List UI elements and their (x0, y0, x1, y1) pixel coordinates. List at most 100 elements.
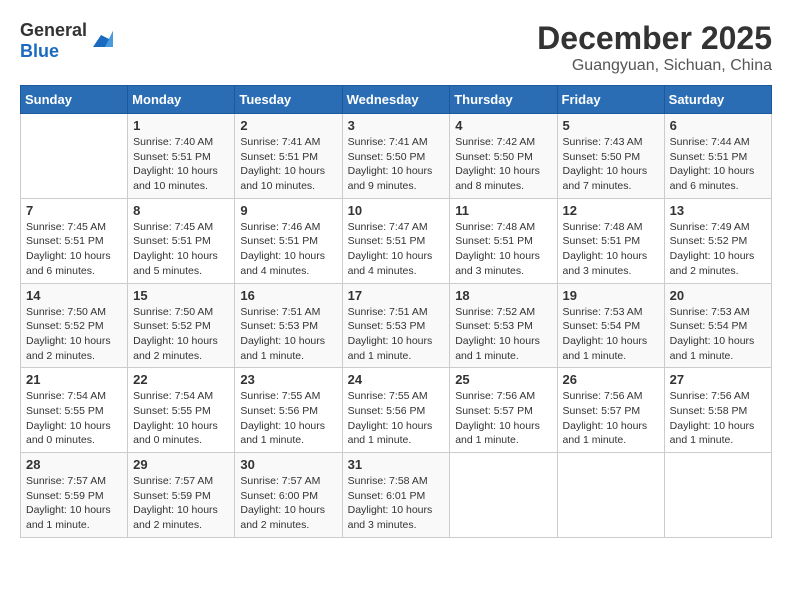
calendar-cell: 23 Sunrise: 7:55 AM Sunset: 5:56 PM Dayli… (235, 368, 342, 453)
weekday-header: Wednesday (342, 86, 450, 114)
location-title: Guangyuan, Sichuan, China (537, 57, 772, 75)
title-section: December 2025 Guangyuan, Sichuan, China (537, 20, 772, 75)
calendar-cell: 8 Sunrise: 7:45 AM Sunset: 5:51 PM Daylig… (128, 198, 235, 283)
day-info: Sunrise: 7:43 AM Sunset: 5:50 PM Dayligh… (563, 135, 659, 194)
day-number: 21 (26, 372, 122, 387)
day-number: 22 (133, 372, 229, 387)
calendar-cell: 26 Sunrise: 7:56 AM Sunset: 5:57 PM Dayli… (557, 368, 664, 453)
day-number: 19 (563, 288, 659, 303)
logo-text: General Blue (20, 20, 87, 62)
day-number: 1 (133, 118, 229, 133)
weekday-header: Monday (128, 86, 235, 114)
day-number: 3 (348, 118, 445, 133)
day-info: Sunrise: 7:53 AM Sunset: 5:54 PM Dayligh… (563, 305, 659, 364)
day-number: 14 (26, 288, 122, 303)
calendar-cell: 9 Sunrise: 7:46 AM Sunset: 5:51 PM Daylig… (235, 198, 342, 283)
calendar-cell: 14 Sunrise: 7:50 AM Sunset: 5:52 PM Dayli… (21, 283, 128, 368)
day-info: Sunrise: 7:45 AM Sunset: 5:51 PM Dayligh… (133, 220, 229, 279)
calendar-cell: 7 Sunrise: 7:45 AM Sunset: 5:51 PM Daylig… (21, 198, 128, 283)
day-info: Sunrise: 7:57 AM Sunset: 5:59 PM Dayligh… (26, 474, 122, 533)
calendar-cell: 20 Sunrise: 7:53 AM Sunset: 5:54 PM Dayli… (664, 283, 771, 368)
month-title: December 2025 (537, 20, 772, 57)
calendar-week-row: 28 Sunrise: 7:57 AM Sunset: 5:59 PM Dayli… (21, 453, 772, 538)
weekday-header: Saturday (664, 86, 771, 114)
day-info: Sunrise: 7:55 AM Sunset: 5:56 PM Dayligh… (240, 389, 336, 448)
day-info: Sunrise: 7:56 AM Sunset: 5:57 PM Dayligh… (455, 389, 551, 448)
calendar-cell: 13Sunrise: 7:49 AM Sunset: 5:52 PM Dayli… (664, 198, 771, 283)
calendar-cell: 3 Sunrise: 7:41 AM Sunset: 5:50 PM Daylig… (342, 114, 450, 199)
day-number: 16 (240, 288, 336, 303)
day-info: Sunrise: 7:48 AM Sunset: 5:51 PM Dayligh… (563, 220, 659, 279)
calendar-cell: 22 Sunrise: 7:54 AM Sunset: 5:55 PM Dayli… (128, 368, 235, 453)
day-number: 17 (348, 288, 445, 303)
day-number: 6 (670, 118, 766, 133)
day-info: Sunrise: 7:56 AM Sunset: 5:57 PM Dayligh… (563, 389, 659, 448)
day-number: 12 (563, 203, 659, 218)
calendar-cell: 16Sunrise: 7:51 AM Sunset: 5:53 PM Dayli… (235, 283, 342, 368)
calendar-cell: 1Sunrise: 7:40 AM Sunset: 5:51 PM Daylig… (128, 114, 235, 199)
day-number: 25 (455, 372, 551, 387)
calendar-header-row: SundayMondayTuesdayWednesdayThursdayFrid… (21, 86, 772, 114)
calendar-cell (450, 453, 557, 538)
day-number: 4 (455, 118, 551, 133)
logo-blue: Blue (20, 41, 59, 61)
day-info: Sunrise: 7:44 AM Sunset: 5:51 PM Dayligh… (670, 135, 766, 194)
calendar-cell: 18Sunrise: 7:52 AM Sunset: 5:53 PM Dayli… (450, 283, 557, 368)
calendar-cell (557, 453, 664, 538)
day-info: Sunrise: 7:46 AM Sunset: 5:51 PM Dayligh… (240, 220, 336, 279)
weekday-header: Friday (557, 86, 664, 114)
calendar-cell: 15 Sunrise: 7:50 AM Sunset: 5:52 PM Dayli… (128, 283, 235, 368)
day-info: Sunrise: 7:52 AM Sunset: 5:53 PM Dayligh… (455, 305, 551, 364)
day-info: Sunrise: 7:47 AM Sunset: 5:51 PM Dayligh… (348, 220, 445, 279)
calendar-week-row: 21 Sunrise: 7:54 AM Sunset: 5:55 PM Dayli… (21, 368, 772, 453)
weekday-header: Thursday (450, 86, 557, 114)
calendar-cell: 4 Sunrise: 7:42 AM Sunset: 5:50 PM Daylig… (450, 114, 557, 199)
calendar-cell: 10 Sunrise: 7:47 AM Sunset: 5:51 PM Dayli… (342, 198, 450, 283)
day-number: 24 (348, 372, 445, 387)
day-info: Sunrise: 7:54 AM Sunset: 5:55 PM Dayligh… (26, 389, 122, 448)
calendar-cell: 5 Sunrise: 7:43 AM Sunset: 5:50 PM Daylig… (557, 114, 664, 199)
calendar-week-row: 7 Sunrise: 7:45 AM Sunset: 5:51 PM Daylig… (21, 198, 772, 283)
day-info: Sunrise: 7:48 AM Sunset: 5:51 PM Dayligh… (455, 220, 551, 279)
day-info: Sunrise: 7:45 AM Sunset: 5:51 PM Dayligh… (26, 220, 122, 279)
day-info: Sunrise: 7:56 AM Sunset: 5:58 PM Dayligh… (670, 389, 766, 448)
day-info: Sunrise: 7:58 AM Sunset: 6:01 PM Dayligh… (348, 474, 445, 533)
day-number: 20 (670, 288, 766, 303)
calendar-week-row: 14 Sunrise: 7:50 AM Sunset: 5:52 PM Dayli… (21, 283, 772, 368)
calendar-cell: 19 Sunrise: 7:53 AM Sunset: 5:54 PM Dayli… (557, 283, 664, 368)
calendar-cell: 2 Sunrise: 7:41 AM Sunset: 5:51 PM Daylig… (235, 114, 342, 199)
page-header: General Blue December 2025 Guangyuan, Si… (20, 20, 772, 75)
day-number: 28 (26, 457, 122, 472)
day-number: 9 (240, 203, 336, 218)
weekday-header: Tuesday (235, 86, 342, 114)
calendar-cell (21, 114, 128, 199)
day-number: 15 (133, 288, 229, 303)
day-info: Sunrise: 7:51 AM Sunset: 5:53 PM Dayligh… (348, 305, 445, 364)
day-info: Sunrise: 7:50 AM Sunset: 5:52 PM Dayligh… (26, 305, 122, 364)
day-number: 29 (133, 457, 229, 472)
day-number: 8 (133, 203, 229, 218)
day-info: Sunrise: 7:53 AM Sunset: 5:54 PM Dayligh… (670, 305, 766, 364)
day-info: Sunrise: 7:41 AM Sunset: 5:51 PM Dayligh… (240, 135, 336, 194)
day-number: 27 (670, 372, 766, 387)
day-number: 11 (455, 203, 551, 218)
calendar-cell: 11 Sunrise: 7:48 AM Sunset: 5:51 PM Dayli… (450, 198, 557, 283)
day-number: 26 (563, 372, 659, 387)
day-number: 10 (348, 203, 445, 218)
calendar-cell: 21 Sunrise: 7:54 AM Sunset: 5:55 PM Dayli… (21, 368, 128, 453)
day-info: Sunrise: 7:42 AM Sunset: 5:50 PM Dayligh… (455, 135, 551, 194)
calendar-cell: 27 Sunrise: 7:56 AM Sunset: 5:58 PM Dayli… (664, 368, 771, 453)
day-number: 23 (240, 372, 336, 387)
weekday-header: Sunday (21, 86, 128, 114)
day-number: 7 (26, 203, 122, 218)
logo: General Blue (20, 20, 113, 62)
day-number: 2 (240, 118, 336, 133)
day-info: Sunrise: 7:57 AM Sunset: 5:59 PM Dayligh… (133, 474, 229, 533)
day-info: Sunrise: 7:41 AM Sunset: 5:50 PM Dayligh… (348, 135, 445, 194)
day-number: 31 (348, 457, 445, 472)
day-info: Sunrise: 7:50 AM Sunset: 5:52 PM Dayligh… (133, 305, 229, 364)
day-number: 5 (563, 118, 659, 133)
day-info: Sunrise: 7:54 AM Sunset: 5:55 PM Dayligh… (133, 389, 229, 448)
calendar-cell: 31 Sunrise: 7:58 AM Sunset: 6:01 PM Dayli… (342, 453, 450, 538)
calendar-cell (664, 453, 771, 538)
